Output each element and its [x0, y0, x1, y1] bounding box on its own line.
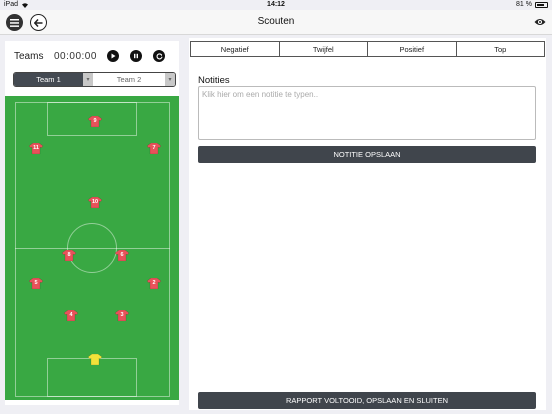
player-3[interactable]: 3 [115, 310, 129, 321]
player-number: 9 [93, 118, 97, 124]
team-selector: Team 1 ▾ Team 2 ▾ [13, 72, 176, 87]
player-6[interactable]: 6 [115, 250, 129, 261]
player-number: 4 [69, 312, 73, 318]
player-8[interactable]: 8 [62, 250, 76, 261]
team-1-dropdown[interactable]: ▾ [83, 73, 93, 86]
filter-positief[interactable]: Positief [368, 42, 457, 56]
player-9[interactable]: 9 [88, 116, 102, 127]
player-number: 3 [120, 312, 124, 318]
filter-twijfel[interactable]: Twijfel [280, 42, 368, 56]
notes-input[interactable] [198, 86, 536, 140]
chevron-down-icon: ▾ [168, 77, 172, 83]
play-icon [111, 53, 116, 59]
player-2[interactable]: 2 [147, 278, 161, 289]
team-2-dropdown[interactable]: ▾ [165, 73, 175, 86]
timer-row: Teams 00:00:00 [5, 47, 179, 65]
team-1-tab[interactable]: Team 1 [14, 73, 83, 86]
teams-label: Teams [14, 51, 44, 62]
player-number: 2 [152, 280, 156, 286]
player-5[interactable]: 5 [29, 278, 43, 289]
player-10[interactable]: 10 [88, 197, 102, 208]
player-number: 5 [34, 280, 38, 286]
player-number: 8 [67, 252, 71, 258]
page-title: Scouten [257, 16, 295, 27]
save-note-button[interactable]: NOTITIE OPSLAAN [198, 146, 536, 163]
player-number: 11 [33, 145, 39, 151]
player-number: 7 [152, 145, 156, 151]
player-number: 6 [120, 252, 124, 258]
notes-label: Notities [198, 75, 230, 86]
notes-panel: Negatief Twijfel Positief Top Notities N… [189, 38, 546, 410]
play-button[interactable] [107, 50, 119, 62]
status-bar: iPad 14:12 81 % [0, 0, 552, 10]
status-time: 14:12 [267, 1, 285, 8]
eye-icon[interactable] [534, 17, 546, 27]
pause-icon [134, 53, 138, 59]
center-circle [67, 223, 117, 273]
chevron-down-icon: ▾ [86, 77, 90, 83]
finish-report-button[interactable]: RAPPORT VOLTOOID, OPSLAAN EN SLUITEN [198, 392, 536, 409]
pause-button[interactable] [130, 50, 142, 62]
match-timer: 00:00:00 [54, 51, 97, 62]
filter-top[interactable]: Top [457, 42, 545, 56]
battery-icon [535, 1, 548, 8]
team-2-tab[interactable]: Team 2 [93, 73, 165, 86]
shirt-icon [88, 354, 102, 365]
player-4[interactable]: 4 [64, 310, 78, 321]
rating-filter: Negatief Twijfel Positief Top [190, 41, 545, 57]
player-11[interactable]: 11 [29, 143, 43, 154]
team-panel: Teams 00:00:00 Team 1 ▾ Team 2 ▾ 9 11 7 10 8… [5, 41, 179, 405]
player-number: 10 [91, 199, 99, 205]
navigation-bar: Scouten [0, 10, 552, 35]
goalkeeper-player[interactable] [88, 354, 102, 365]
battery-percent: 81 % [516, 1, 532, 8]
reset-icon [155, 52, 163, 59]
filter-negatief[interactable]: Negatief [191, 42, 280, 56]
player-7[interactable]: 7 [147, 143, 161, 154]
football-pitch: 9 11 7 10 8 6 5 2 4 3 [5, 96, 179, 400]
reset-button[interactable] [153, 50, 165, 62]
